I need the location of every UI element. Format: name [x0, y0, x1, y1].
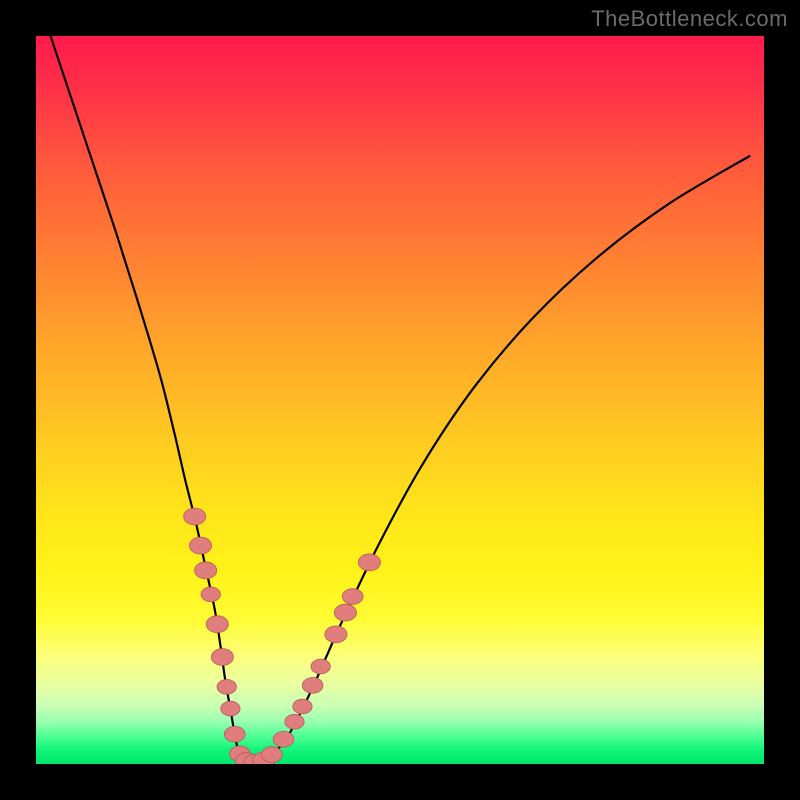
data-marker: [302, 678, 323, 694]
chart-frame: TheBottleneck.com: [0, 0, 800, 800]
data-marker: [189, 537, 211, 554]
data-markers: [184, 508, 381, 764]
data-marker: [358, 554, 380, 571]
data-marker: [206, 616, 228, 633]
markers-layer: [36, 36, 764, 764]
data-marker: [285, 714, 304, 729]
data-marker: [201, 587, 220, 602]
data-marker: [262, 747, 283, 763]
data-marker: [211, 649, 233, 666]
data-marker: [221, 701, 240, 716]
data-marker: [195, 562, 217, 579]
data-marker: [184, 508, 206, 525]
data-marker: [273, 731, 294, 747]
data-marker: [325, 626, 347, 643]
data-marker: [334, 604, 356, 621]
data-marker: [293, 699, 312, 714]
plot-area: [36, 36, 764, 764]
data-marker: [311, 659, 330, 674]
watermark-text: TheBottleneck.com: [591, 6, 788, 32]
data-marker: [224, 726, 245, 742]
data-marker: [342, 589, 363, 605]
data-marker: [217, 679, 236, 694]
